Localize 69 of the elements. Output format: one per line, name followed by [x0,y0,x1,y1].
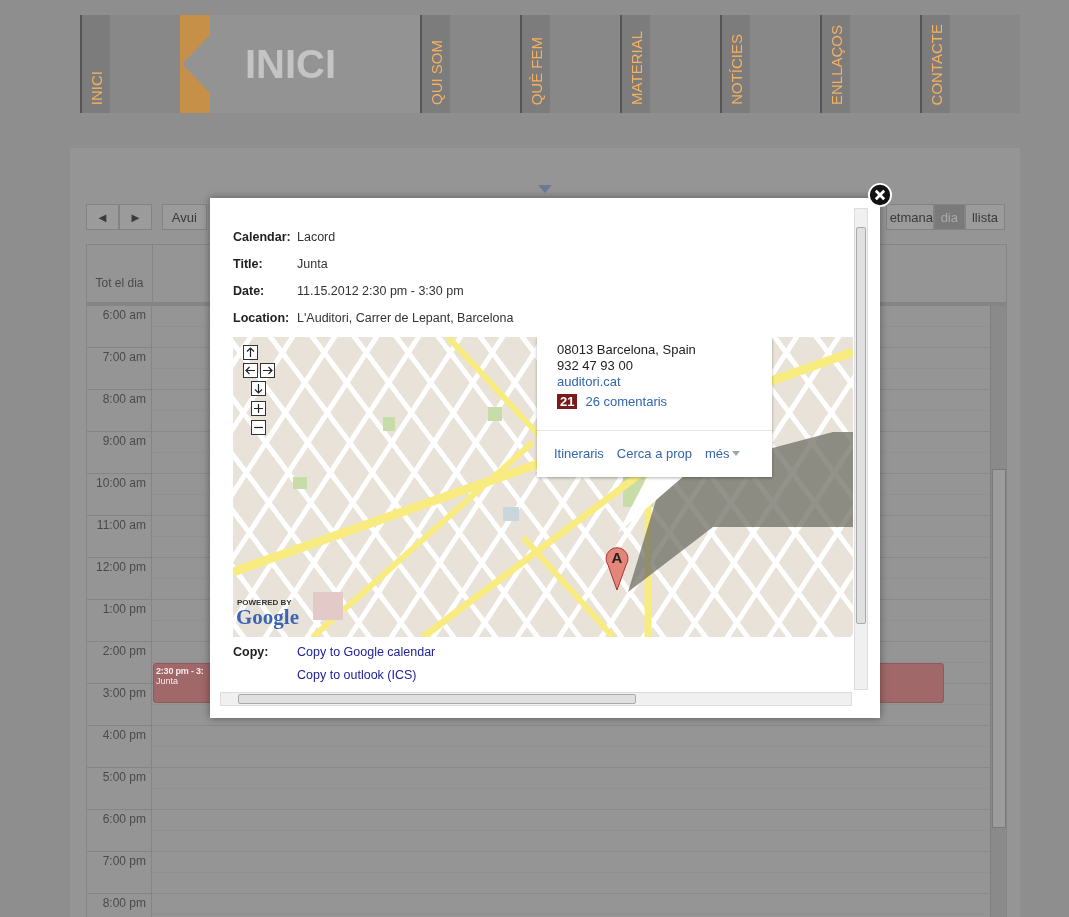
park [293,477,307,489]
time-label: 7:00 pm [102,854,146,868]
up-arrow-icon[interactable] [243,345,258,360]
time-label: 11:00 am [96,518,146,532]
field-label: Copy: [233,645,270,661]
nav-link[interactable]: CONTACTE [920,15,950,113]
field-label: Date: [233,284,266,300]
pointer-icon [538,185,552,193]
all-day-label: Tot el dia [95,275,144,290]
address-line: 932 47 93 00 [557,358,634,374]
field-value: 11.15.2012 2:30 pm - 3:30 pm [297,284,464,300]
map-logo: Google [236,605,299,630]
scrollbar[interactable] [990,306,1006,917]
reviews-link[interactable]: 26 comentaris [585,394,668,409]
copy-link[interactable]: Copy to outlook (ICS) [297,668,436,682]
view-tab[interactable]: llista [965,204,1005,230]
nav-link[interactable]: QUÈ FEM [520,15,550,113]
copy-link[interactable]: Copy to Google calendar [297,645,436,659]
nav-arrow-button[interactable]: ► [118,204,152,230]
time-label: 10:00 am [95,476,146,490]
nav-link[interactable]: INICI [80,15,110,113]
action-link[interactable]: Cerca a prop [616,446,692,461]
field-value: Junta [297,257,328,273]
map-marker[interactable] [605,545,629,591]
left-arrow-icon[interactable] [243,363,258,378]
field-label: Title: [233,257,264,273]
address-line: 08013 Barcelona, Spain [557,342,697,358]
park [488,407,502,421]
hospital-block [313,592,343,620]
nav-link[interactable]: ENLLAÇOS [820,15,850,113]
field-label: Location: [233,311,291,327]
plaza [503,507,519,521]
time-label: 4:00 pm [102,728,146,742]
vertical-scrollbar[interactable] [854,208,868,690]
horizontal-scrollbar[interactable] [220,692,852,706]
field-label: Calendar: [233,230,292,246]
field-value: Lacord [297,230,336,246]
field-value: L'Auditori, Carrer de Lepant, Barcelona [297,311,514,327]
more-link[interactable]: més [705,446,730,461]
time-label: 6:00 am [102,308,146,322]
down-arrow-icon[interactable] [251,381,266,396]
rating-badge: 21 [557,394,578,409]
chevron-icon [180,15,210,113]
today-button[interactable]: Avui [161,204,207,230]
time-label: 7:00 am [102,350,146,364]
action-link[interactable]: Itineraris [554,446,604,461]
park [383,417,395,431]
view-tab[interactable]: etmana [885,204,934,230]
nav-link[interactable]: MATERIAL [620,15,650,113]
nav-arrow-button[interactable]: ◄ [86,204,119,230]
close-icon[interactable] [868,183,892,207]
time-label: 8:00 am [102,392,146,406]
nav-link[interactable]: NOTÍCIES [720,15,750,113]
time-label: 12:00 pm [95,560,146,574]
marker-label: A [611,549,623,566]
powered-by-label: POWERED BY [237,598,292,607]
nav-link[interactable]: QUI SOM [420,15,450,113]
time-label: 6:00 pm [102,812,146,826]
time-label: 2:00 pm [102,644,146,658]
time-label: 1:00 pm [102,602,146,616]
zoom-out-icon[interactable] [251,420,266,435]
zoom-in-icon[interactable] [251,401,266,416]
time-label: 8:00 pm [102,896,146,910]
time-label: 5:00 pm [102,770,146,784]
website-link[interactable]: auditori.cat [557,374,621,389]
time-label: 3:00 pm [102,686,146,700]
caret-icon [731,451,740,456]
time-label: 9:00 am [102,434,146,448]
right-arrow-icon[interactable] [260,363,275,378]
